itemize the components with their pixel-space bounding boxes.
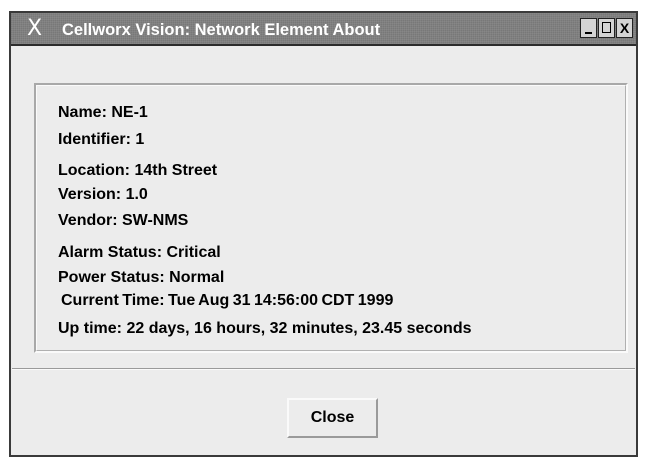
up-time-field: Up time: 22 days, 16 hours, 32 minutes, … — [58, 320, 472, 337]
version-field: Version: 1.0 — [58, 186, 148, 203]
alarm-status-field: Alarm Status: Critical — [58, 244, 221, 261]
minimize-icon — [585, 32, 592, 34]
title-bar[interactable]: X Cellworx Vision: Network Element About… — [11, 13, 636, 46]
maximize-icon — [602, 22, 611, 33]
close-button[interactable]: Close — [287, 398, 378, 438]
current-time-field: Current Time: Tue Aug 31 14:56:00 CDT 19… — [61, 292, 394, 309]
info-panel: Name: NE-1 Identifier: 1 Location: 14th … — [34, 83, 628, 353]
maximize-button[interactable] — [598, 18, 615, 38]
identifier-field: Identifier: 1 — [58, 131, 145, 148]
window-controls: X — [580, 18, 633, 38]
window-title: Cellworx Vision: Network Element About — [62, 21, 381, 39]
about-dialog-window: X Cellworx Vision: Network Element About… — [9, 11, 638, 457]
name-field: Name: NE-1 — [58, 104, 148, 121]
window-menu-icon[interactable]: X — [27, 15, 42, 43]
location-field: Location: 14th Street — [58, 162, 218, 179]
close-window-button[interactable]: X — [616, 18, 633, 38]
vendor-field: Vendor: SW-NMS — [58, 212, 189, 229]
power-status-field: Power Status: Normal — [58, 269, 225, 286]
minimize-button[interactable] — [580, 18, 597, 38]
close-icon: X — [619, 20, 630, 36]
button-area-divider — [12, 368, 635, 370]
